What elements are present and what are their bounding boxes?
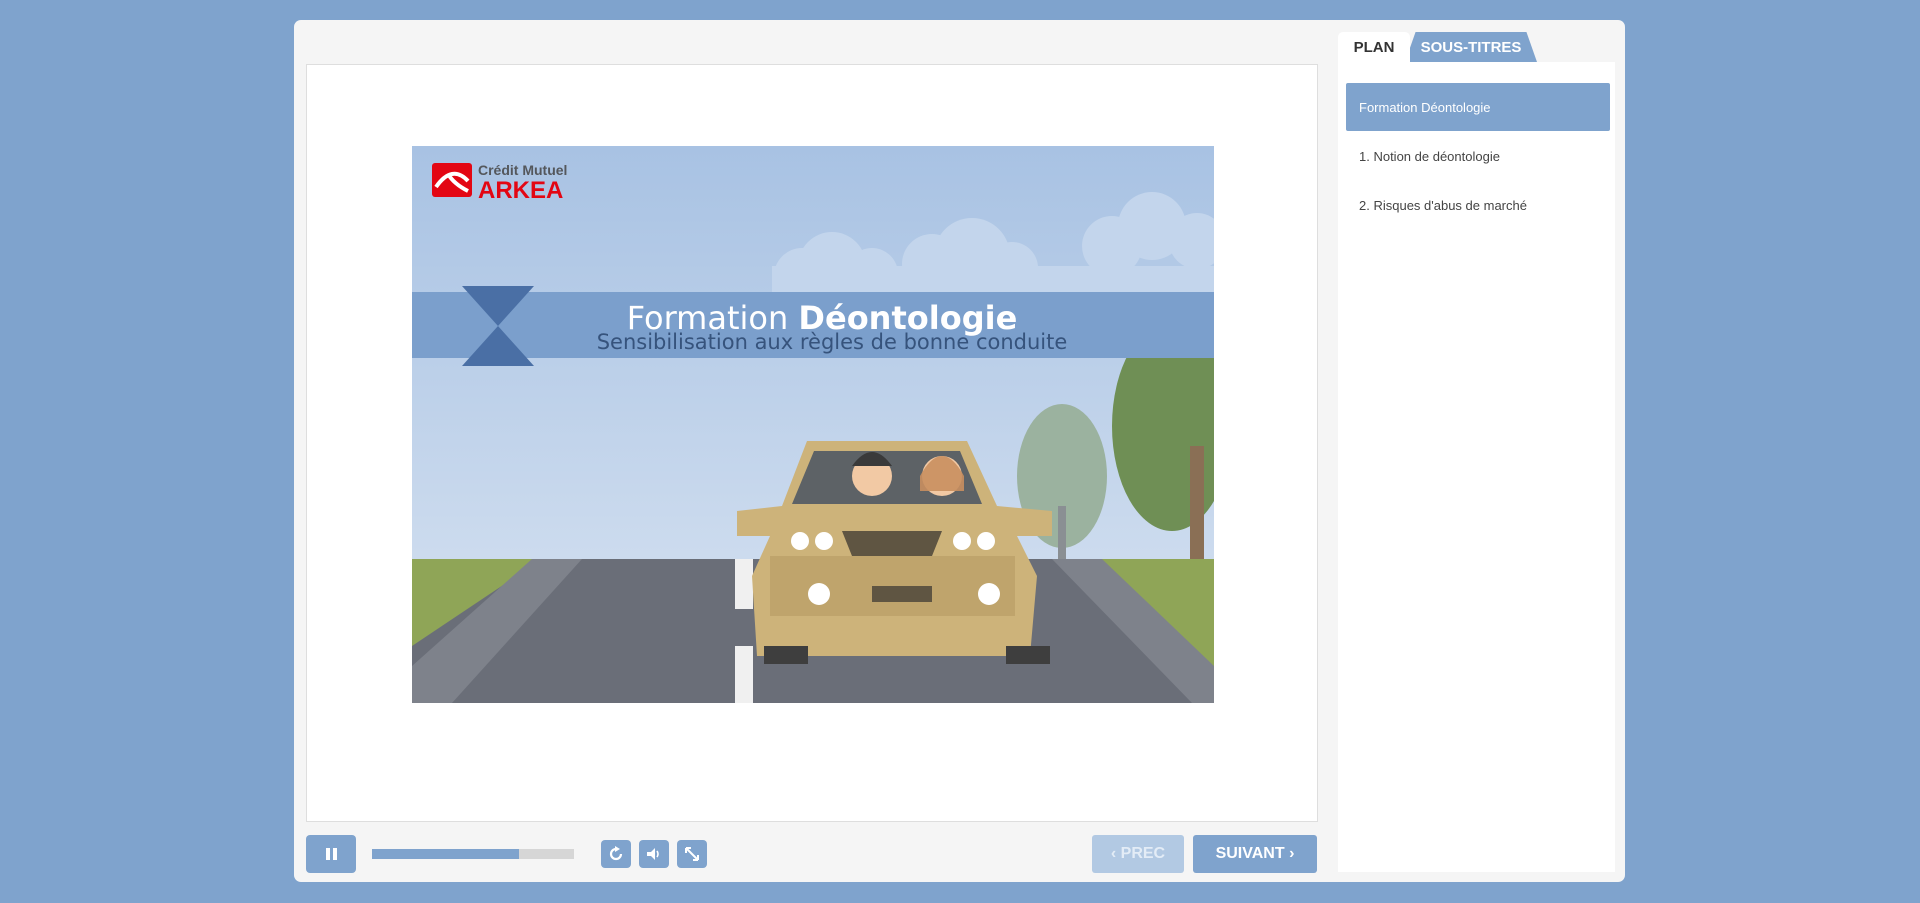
tab-plan-label: PLAN [1353,38,1395,56]
sidebar-item-formation-deontologie[interactable]: Formation Déontologie [1346,83,1610,131]
sidebar-item-risques-abus-marche[interactable]: 2. Risques d'abus de marché [1346,181,1610,229]
sidebar-item-label: Formation Déontologie [1359,99,1491,115]
tab-plan[interactable]: PLAN [1338,32,1410,62]
replay-icon [609,846,623,861]
replay-button[interactable] [601,840,631,868]
tab-sous-titres[interactable]: SOUS-TITRES [1405,32,1537,62]
logo-line2: ARKEA [478,177,563,204]
volume-icon [647,848,659,860]
fullscreen-icon [685,847,699,861]
chevron-right-icon: › [1289,845,1295,862]
sidebar-item-notion-deontologie[interactable]: 1. Notion de déontologie [1346,132,1610,180]
player-controls: ‹ PREC SUIVANT › [306,835,1317,873]
chevron-left-icon: ‹ [1110,845,1117,862]
volume-button[interactable] [639,840,669,868]
slide-image: Crédit Mutuel ARKEA Formation Déontologi… [412,146,1214,703]
prev-label: PREC [1120,845,1166,862]
pause-icon [324,848,338,860]
fullscreen-button[interactable] [677,840,707,868]
progress-bar[interactable] [372,849,574,859]
slide-subtitle: Sensibilisation aux règles de bonne cond… [597,330,1068,354]
sidebar-item-label: 1. Notion de déontologie [1359,148,1500,164]
next-button[interactable]: SUIVANT › [1193,835,1317,873]
pause-button[interactable] [306,835,356,873]
progress-fill [372,849,520,859]
next-label: SUIVANT [1215,845,1285,862]
logo-line1: Crédit Mutuel [478,162,567,178]
player-window: Crédit Mutuel ARKEA Formation Déontologi… [294,20,1625,882]
tab-sous-titres-label: SOUS-TITRES [1420,38,1522,56]
plan-panel: Formation Déontologie 1. Notion de déont… [1338,62,1615,872]
sidebar: SOUS-TITRES PLAN Formation Déontologie 1… [1334,32,1615,872]
slide-stage: Crédit Mutuel ARKEA Formation Déontologi… [306,64,1318,822]
sidebar-item-label: 2. Risques d'abus de marché [1359,197,1527,213]
prev-button[interactable]: ‹ PREC [1092,835,1184,873]
